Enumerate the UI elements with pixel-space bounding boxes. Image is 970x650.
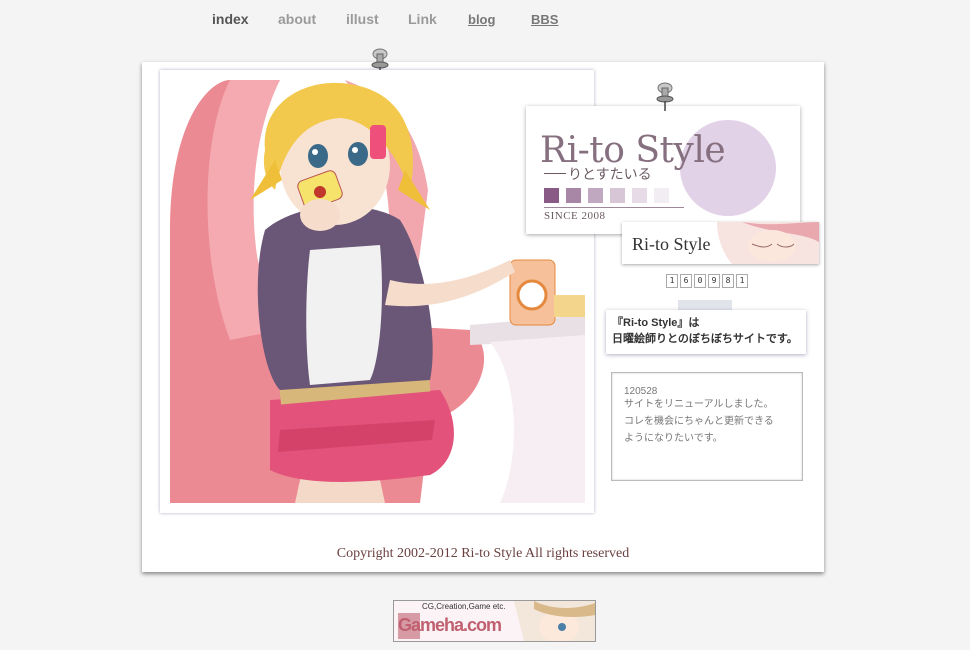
counter-digit: 6 bbox=[680, 274, 692, 288]
gameha-logo-text: Gameha.com bbox=[398, 615, 502, 635]
gameha-tagline: CG,Creation,Game etc. bbox=[422, 602, 506, 611]
copyright: Copyright 2002-2012 Ri-to Style All righ… bbox=[336, 546, 630, 561]
counter-digit: 0 bbox=[694, 274, 706, 288]
pushpin-icon bbox=[656, 82, 674, 111]
since-divider bbox=[544, 207, 684, 208]
counter-digit: 9 bbox=[708, 274, 720, 288]
site-logo: Ri-to Style りとすたいる SINCE 2008 bbox=[526, 106, 800, 234]
counter-digit: 1 bbox=[666, 274, 678, 288]
site-banner[interactable]: Ri-to Style bbox=[622, 222, 819, 264]
banner-title: Ri-to Style bbox=[632, 234, 711, 254]
nav-blog[interactable]: blog bbox=[468, 12, 495, 27]
news-line-2: コレを機会にちゃんと更新できる bbox=[624, 416, 774, 427]
color-swatch bbox=[610, 188, 625, 203]
gameha-banner[interactable]: CG,Creation,Game etc. Gameha.com bbox=[393, 600, 596, 642]
color-swatch bbox=[654, 188, 669, 203]
main-board: Ri-to Style りとすたいる SINCE 2008 Ri-to Styl… bbox=[142, 48, 824, 572]
intro-note: 『Ri-to Style』は 日曜絵師りとのぼちぼちサイトです。 bbox=[606, 310, 806, 354]
nav-illust[interactable]: illust bbox=[346, 11, 379, 27]
news-line-1: サイトをリニューアルしました。 bbox=[624, 399, 774, 410]
color-swatch bbox=[544, 188, 559, 203]
nav-bbs[interactable]: BBS bbox=[531, 12, 558, 27]
logo-divider bbox=[544, 173, 566, 174]
color-swatch bbox=[632, 188, 647, 203]
news-box: 120528 サイトをリニューアルしました。 コレを機会にちゃんと更新できる よ… bbox=[611, 372, 803, 481]
since-text: SINCE 2008 bbox=[544, 210, 606, 222]
main-illustration[interactable] bbox=[170, 80, 585, 503]
color-swatch bbox=[588, 188, 603, 203]
intro-line-1: 『Ri-to Style』は bbox=[612, 317, 700, 329]
nav-about[interactable]: about bbox=[278, 11, 316, 27]
news-line-3: ようになりたいです。 bbox=[624, 433, 723, 444]
nav-link[interactable]: Link bbox=[408, 11, 437, 27]
counter-digit: 8 bbox=[722, 274, 734, 288]
logo-subtitle: りとすたいる bbox=[568, 166, 652, 182]
nav-index[interactable]: index bbox=[212, 11, 249, 27]
intro-line-2: 日曜絵師りとのぼちぼちサイトです。 bbox=[612, 333, 798, 345]
counter-digit: 1 bbox=[736, 274, 748, 288]
color-swatch bbox=[566, 188, 581, 203]
